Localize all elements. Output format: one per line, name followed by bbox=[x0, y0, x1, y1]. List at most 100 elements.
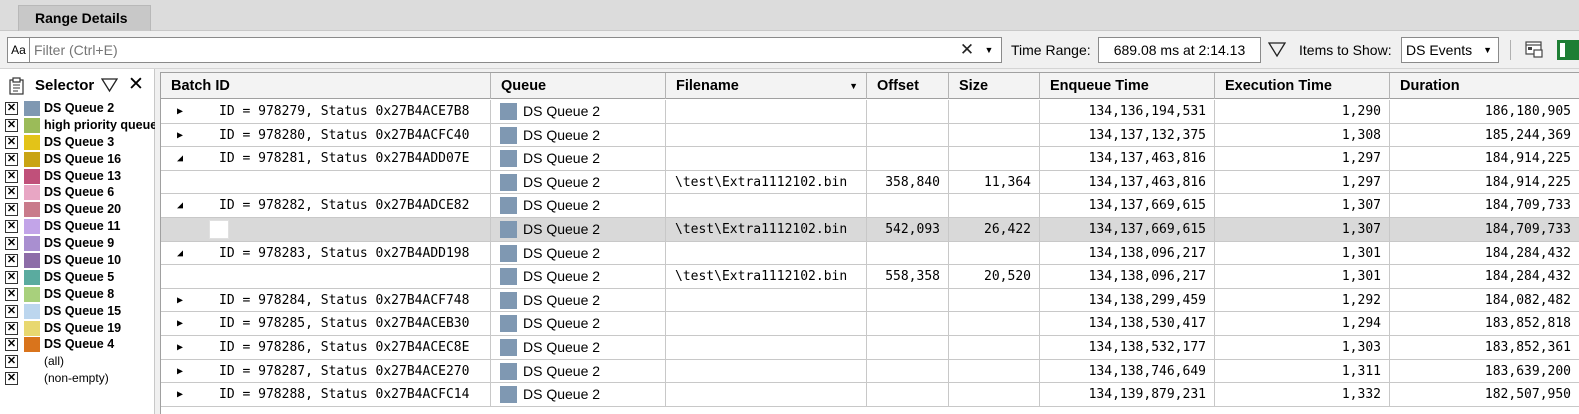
column-header-size[interactable]: Size bbox=[949, 73, 1040, 99]
expand-icon[interactable]: ▶ bbox=[177, 360, 183, 383]
checkbox[interactable]: ✕ bbox=[5, 237, 18, 251]
selector-item[interactable]: ✕ DS Queue 5 bbox=[0, 269, 155, 286]
selector-item[interactable]: ✕ DS Queue 11 bbox=[0, 218, 155, 235]
batch-id-text: ID = 978283, Status 0x27B4ADD198 bbox=[219, 245, 470, 261]
table-row[interactable]: ◢ ID = 978283, Status 0x27B4ADD198 DS Queu… bbox=[161, 241, 1579, 266]
checkbox[interactable]: ✕ bbox=[5, 270, 18, 284]
selector-item-label: (all) bbox=[44, 354, 64, 369]
collapse-icon[interactable]: ◢ bbox=[177, 147, 183, 170]
selector-pane: Selector ✕ ✕ DS Queue 2 ✕ high priority que… bbox=[0, 69, 155, 414]
filename-cell: \test\Extra1112102.bin bbox=[666, 170, 867, 195]
offset-cell bbox=[867, 241, 949, 266]
table-row[interactable]: ▶ ID = 978287, Status 0x27B4ACE270 DS Queu… bbox=[161, 359, 1579, 384]
column-header-enqueue-time[interactable]: Enqueue Time bbox=[1040, 73, 1215, 99]
batch-id-cell: ▶ ID = 978288, Status 0x27B4ACFC14 bbox=[161, 383, 491, 407]
table-row[interactable]: DS Queue 2 \test\Extra1112102.bin 558,358 2… bbox=[161, 265, 1579, 289]
collapse-icon[interactable]: ◢ bbox=[177, 242, 183, 265]
table-row[interactable]: ▶ ID = 978288, Status 0x27B4ACFC14 DS Queu… bbox=[161, 383, 1579, 407]
column-header-offset[interactable]: Offset bbox=[867, 73, 949, 99]
time-range-field[interactable]: 689.08 ms at 2:14.13 bbox=[1098, 37, 1261, 63]
table-row[interactable]: ▶ ID = 978285, Status 0x27B4ACEB30 DS Queu… bbox=[161, 312, 1579, 336]
selector-item-label: DS Queue 6 bbox=[44, 185, 115, 200]
checkbox[interactable]: ✕ bbox=[5, 135, 18, 149]
view-options-icon[interactable] bbox=[1525, 41, 1544, 58]
column-header-queue[interactable]: Queue bbox=[491, 73, 666, 99]
expand-icon[interactable]: ▶ bbox=[177, 383, 183, 406]
table-row[interactable]: ▶ ID = 978279, Status 0x27B4ACE7B8 DS Queu… bbox=[161, 100, 1579, 124]
selector-item[interactable]: ✕ DS Queue 16 bbox=[0, 151, 155, 168]
checkbox[interactable]: ✕ bbox=[5, 321, 18, 335]
selector-header: Selector ✕ bbox=[0, 69, 155, 99]
checkbox[interactable]: ✕ bbox=[5, 203, 18, 217]
selector-item[interactable]: ✕ DS Queue 10 bbox=[0, 252, 155, 269]
selector-filter-icon[interactable] bbox=[101, 77, 118, 93]
table-row[interactable]: DS Queue 2 \test\Extra1112102.bin 358,840 1… bbox=[161, 170, 1579, 195]
queue-cell: DS Queue 2 bbox=[491, 312, 666, 336]
queue-cell: DS Queue 2 bbox=[491, 194, 666, 218]
column-header-duration[interactable]: Duration bbox=[1390, 73, 1579, 99]
sort-dropdown-icon[interactable]: ▼ bbox=[849, 73, 858, 99]
expand-icon[interactable]: ▶ bbox=[177, 312, 183, 335]
selector-item-label: (non-empty) bbox=[44, 371, 109, 386]
size-cell bbox=[949, 359, 1040, 384]
checkbox[interactable]: ✕ bbox=[5, 338, 18, 352]
duration-cell: 184,284,432 bbox=[1390, 242, 1579, 266]
selector-item[interactable]: ✕ (non-empty) bbox=[0, 370, 155, 387]
table-row[interactable]: DS Queue 2 \test\Extra1112102.bin 542,093 2… bbox=[161, 218, 1579, 242]
checkbox[interactable]: ✕ bbox=[5, 304, 18, 318]
table-row[interactable]: ◢ ID = 978282, Status 0x27B4ADCE82 DS Queu… bbox=[161, 194, 1579, 218]
selector-item[interactable]: ✕ DS Queue 6 bbox=[0, 184, 155, 201]
checkbox[interactable]: ✕ bbox=[5, 254, 18, 268]
selector-item[interactable]: ✕ high priority queue bbox=[0, 117, 155, 134]
checkbox[interactable]: ✕ bbox=[5, 186, 18, 200]
close-icon[interactable]: ✕ bbox=[128, 73, 144, 96]
execution-time-cell: 1,292 bbox=[1215, 288, 1390, 313]
filter-funnel-icon[interactable] bbox=[1268, 41, 1286, 59]
selector-item[interactable]: ✕ DS Queue 13 bbox=[0, 168, 155, 185]
offset-cell bbox=[867, 312, 949, 336]
table-row[interactable]: ▶ ID = 978280, Status 0x27B4ACFC40 DS Queu… bbox=[161, 123, 1579, 148]
checkbox[interactable]: ✕ bbox=[5, 355, 18, 369]
tab-range-details[interactable]: Range Details bbox=[18, 5, 151, 31]
queue-color-swatch bbox=[500, 173, 517, 191]
export-excel-icon[interactable] bbox=[1555, 39, 1579, 61]
expand-icon[interactable]: ▶ bbox=[177, 336, 183, 359]
table-row[interactable]: ▶ ID = 978284, Status 0x27B4ACF748 DS Queu… bbox=[161, 288, 1579, 313]
checkbox[interactable]: ✕ bbox=[5, 220, 18, 234]
match-case-button[interactable]: Aa bbox=[7, 37, 30, 63]
filter-input[interactable] bbox=[34, 38, 934, 62]
items-to-show-select[interactable]: DS Events ▼ bbox=[1401, 37, 1499, 63]
selector-item[interactable]: ✕ DS Queue 8 bbox=[0, 286, 155, 303]
column-header-execution-time[interactable]: Execution Time bbox=[1215, 73, 1390, 99]
collapse-icon[interactable]: ◢ bbox=[177, 194, 183, 217]
checkbox[interactable]: ✕ bbox=[5, 152, 18, 166]
selector-item[interactable]: ✕ DS Queue 3 bbox=[0, 134, 155, 151]
column-header-batch-id[interactable]: Batch ID bbox=[161, 73, 491, 99]
expand-icon[interactable]: ▶ bbox=[177, 124, 183, 147]
checkbox[interactable]: ✕ bbox=[5, 102, 18, 115]
table-row[interactable]: ▶ ID = 978286, Status 0x27B4ACEC8E DS Queu… bbox=[161, 336, 1579, 360]
clear-icon[interactable]: ✕ bbox=[959, 39, 975, 61]
checkbox[interactable]: ✕ bbox=[5, 372, 18, 386]
expand-icon[interactable]: ▶ bbox=[177, 100, 183, 123]
selector-item[interactable]: ✕ DS Queue 15 bbox=[0, 303, 155, 320]
selector-item[interactable]: ✕ DS Queue 20 bbox=[0, 201, 155, 218]
duration-cell: 184,082,482 bbox=[1390, 289, 1579, 313]
filename-cell: \test\Extra1112102.bin bbox=[666, 218, 867, 242]
table-row[interactable]: ◢ ID = 978281, Status 0x27B4ADD07E DS Queu… bbox=[161, 147, 1579, 171]
queue-name: DS Queue 2 bbox=[523, 362, 601, 379]
checkbox[interactable]: ✕ bbox=[5, 118, 18, 132]
filter-dropdown-icon[interactable]: ▼ bbox=[982, 39, 996, 61]
selector-item-label: DS Queue 11 bbox=[44, 219, 121, 234]
selector-item[interactable]: ✕ DS Queue 19 bbox=[0, 320, 155, 337]
checkbox[interactable]: ✕ bbox=[5, 287, 18, 301]
selector-item[interactable]: ✕ DS Queue 4 bbox=[0, 336, 155, 353]
selector-item[interactable]: ✕ DS Queue 2 bbox=[0, 100, 155, 117]
checkbox[interactable]: ✕ bbox=[5, 169, 18, 183]
expand-icon[interactable]: ▶ bbox=[177, 289, 183, 312]
batch-id-text: ID = 978288, Status 0x27B4ACFC14 bbox=[219, 387, 470, 403]
selector-item[interactable]: ✕ DS Queue 9 bbox=[0, 235, 155, 252]
queue-cell: DS Queue 2 bbox=[491, 383, 666, 407]
column-header-filename[interactable]: Filename ▼ bbox=[666, 73, 867, 99]
selector-item[interactable]: ✕ (all) bbox=[0, 353, 155, 370]
